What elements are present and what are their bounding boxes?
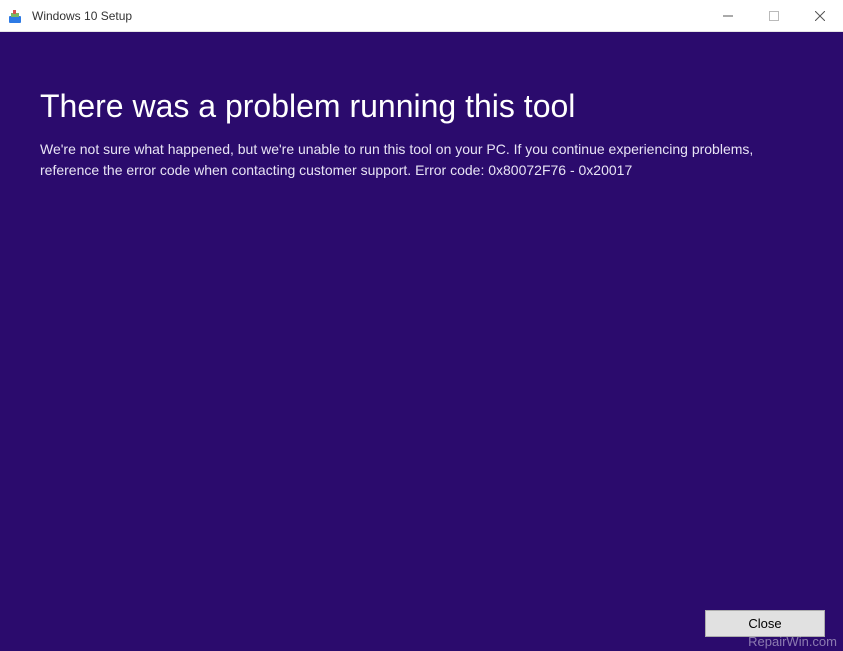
titlebar: Windows 10 Setup bbox=[0, 0, 843, 32]
footer: Close bbox=[705, 610, 825, 637]
error-heading: There was a problem running this tool bbox=[40, 87, 803, 125]
window-controls bbox=[705, 0, 843, 31]
close-window-button[interactable] bbox=[797, 0, 843, 32]
minimize-button[interactable] bbox=[705, 0, 751, 32]
maximize-button bbox=[751, 0, 797, 32]
close-button[interactable]: Close bbox=[705, 610, 825, 637]
content-area: There was a problem running this tool We… bbox=[0, 32, 843, 651]
error-message: We're not sure what happened, but we're … bbox=[40, 139, 800, 180]
setup-window: Windows 10 Setup There was a problem run… bbox=[0, 0, 843, 651]
app-icon bbox=[8, 8, 24, 24]
window-title: Windows 10 Setup bbox=[32, 9, 132, 23]
